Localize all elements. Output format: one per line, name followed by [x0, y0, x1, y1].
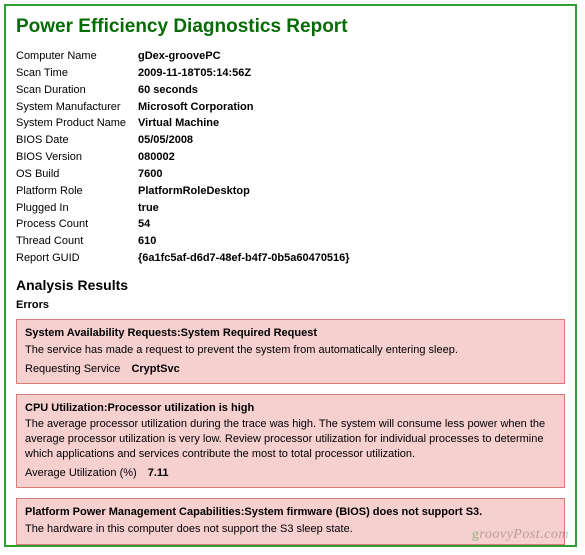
error-description: The average processor utilization during…: [25, 417, 556, 462]
error-description: The service has made a request to preven…: [25, 343, 556, 358]
info-label: Report GUID: [16, 250, 138, 267]
info-value: 54: [138, 216, 354, 233]
info-value: Virtual Machine: [138, 115, 354, 132]
info-row: Scan Duration60 seconds: [16, 82, 354, 99]
info-row: Thread Count610: [16, 233, 354, 250]
error-box: CPU Utilization:Processor utilization is…: [16, 394, 565, 488]
error-title: CPU Utilization:Processor utilization is…: [25, 401, 556, 416]
error-param: Requesting Service CryptSvc: [25, 362, 556, 377]
error-param-value: CryptSvc: [131, 363, 179, 375]
info-value: 610: [138, 233, 354, 250]
error-param-value: 7.11: [148, 467, 169, 479]
info-label: System Manufacturer: [16, 99, 138, 116]
watermark: groovyPost.com: [472, 527, 569, 543]
system-info-body: Computer NamegDex-groovePCScan Time2009-…: [16, 48, 354, 267]
info-value: {6a1fc5af-d6d7-48ef-b4f7-0b5a60470516}: [138, 250, 354, 267]
info-row: Process Count54: [16, 216, 354, 233]
info-value: true: [138, 200, 354, 217]
errors-heading: Errors: [16, 299, 565, 311]
info-label: OS Build: [16, 166, 138, 183]
info-label: System Product Name: [16, 115, 138, 132]
info-label: BIOS Date: [16, 132, 138, 149]
error-title: System Availability Requests:System Requ…: [25, 326, 556, 341]
errors-container: System Availability Requests:System Requ…: [16, 319, 565, 545]
info-value: 7600: [138, 166, 354, 183]
info-value: 05/05/2008: [138, 132, 354, 149]
report-frame: Power Efficiency Diagnostics Report Comp…: [4, 4, 577, 547]
info-label: BIOS Version: [16, 149, 138, 166]
info-label: Thread Count: [16, 233, 138, 250]
info-label: Process Count: [16, 216, 138, 233]
watermark-text: roovyPost.com: [479, 527, 569, 542]
info-value: PlatformRoleDesktop: [138, 183, 354, 200]
info-label: Scan Time: [16, 65, 138, 82]
info-label: Computer Name: [16, 48, 138, 65]
info-row: OS Build7600: [16, 166, 354, 183]
system-info-table: Computer NamegDex-groovePCScan Time2009-…: [16, 48, 354, 267]
info-label: Platform Role: [16, 183, 138, 200]
info-label: Plugged In: [16, 200, 138, 217]
error-param: Average Utilization (%) 7.11: [25, 466, 556, 481]
report-title: Power Efficiency Diagnostics Report: [16, 16, 565, 38]
info-row: Plugged Intrue: [16, 200, 354, 217]
info-row: Computer NamegDex-groovePC: [16, 48, 354, 65]
info-row: System ManufacturerMicrosoft Corporation: [16, 99, 354, 116]
info-value: 60 seconds: [138, 82, 354, 99]
error-box: System Availability Requests:System Requ…: [16, 319, 565, 384]
info-row: BIOS Date05/05/2008: [16, 132, 354, 149]
info-value: Microsoft Corporation: [138, 99, 354, 116]
info-value: 2009-11-18T05:14:56Z: [138, 65, 354, 82]
info-value: 080002: [138, 149, 354, 166]
info-row: System Product NameVirtual Machine: [16, 115, 354, 132]
info-row: Scan Time2009-11-18T05:14:56Z: [16, 65, 354, 82]
error-param-label: Average Utilization (%): [25, 466, 145, 481]
analysis-results-heading: Analysis Results: [16, 277, 565, 293]
info-value: gDex-groovePC: [138, 48, 354, 65]
error-title: Platform Power Management Capabilities:S…: [25, 505, 556, 520]
info-label: Scan Duration: [16, 82, 138, 99]
info-row: Report GUID{6a1fc5af-d6d7-48ef-b4f7-0b5a…: [16, 250, 354, 267]
info-row: Platform RolePlatformRoleDesktop: [16, 183, 354, 200]
error-param-label: Requesting Service: [25, 362, 128, 377]
info-row: BIOS Version080002: [16, 149, 354, 166]
